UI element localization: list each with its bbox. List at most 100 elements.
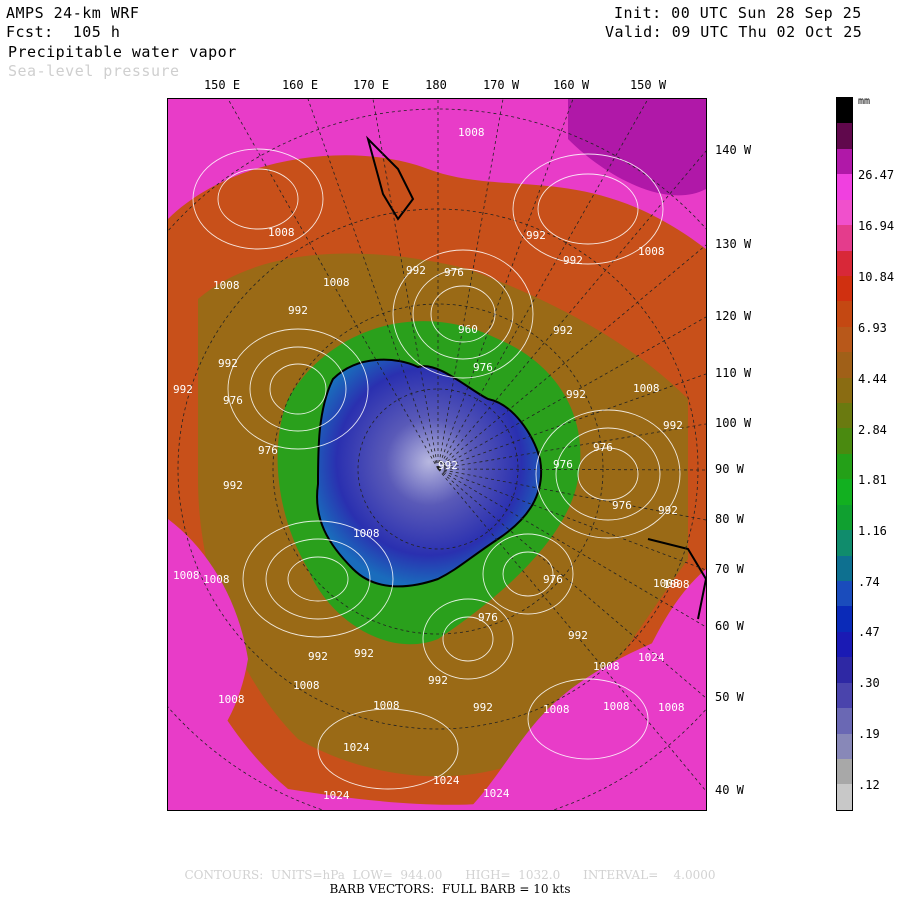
colorbar-tick-label: 26.47 [858, 168, 895, 182]
colorbar-tick-label: 1.81 [858, 473, 887, 487]
pressure-label: 992 [553, 324, 573, 337]
colorbar-segment [837, 606, 852, 632]
colorbar-tick-label: 4.44 [858, 372, 887, 386]
lon-label-right: 40 W [715, 783, 744, 797]
colorbar-tick-label: .74 [858, 575, 880, 589]
colorbar-segment [837, 174, 852, 200]
pressure-label: 992 [563, 254, 583, 267]
colorbar-segment [837, 708, 852, 734]
pressure-label: 1008 [603, 700, 630, 713]
colorbar-tick-label: .12 [858, 778, 880, 792]
model-title: AMPS 24-km WRF [6, 4, 140, 22]
colorbar-tick-label: .30 [858, 676, 880, 690]
colorbar-segment [837, 453, 852, 480]
lon-label-right: 60 W [715, 619, 744, 633]
pressure-label: 1008 [593, 660, 620, 673]
lon-label-right: 50 W [715, 690, 744, 704]
colorbar-segment [837, 377, 852, 404]
colorbar-tick-label: 1.16 [858, 524, 887, 538]
lon-label-top: 150 W [629, 78, 667, 92]
colorbar-segment [837, 352, 852, 378]
pressure-label: 976 [478, 611, 498, 624]
pressure-label: 1024 [323, 789, 350, 802]
pressure-label: 960 [458, 323, 478, 336]
pressure-label: 976 [258, 444, 278, 457]
lon-label-right: 70 W [715, 562, 744, 576]
lon-label-top: 160 E [281, 78, 319, 92]
colorbar-tick-label: 16.94 [858, 219, 895, 233]
lon-label-right: 120 W [715, 309, 752, 323]
pressure-label: 1008 [213, 279, 240, 292]
lon-label-top: 170 E [352, 78, 390, 92]
pressure-label: 992 [288, 304, 308, 317]
colorbar-units: mm [858, 96, 871, 107]
pressure-label: 976 [553, 458, 573, 471]
pressure-label: 1008 [653, 577, 680, 590]
colorbar-tick-label: .19 [858, 727, 880, 741]
colorbar-segment [837, 403, 852, 429]
pressure-label: 1008 [638, 245, 665, 258]
pressure-label: 1024 [638, 651, 665, 664]
pressure-label: 976 [543, 573, 563, 586]
colorbar-segment [837, 123, 852, 149]
colorbar-tick-label: 2.84 [858, 423, 887, 437]
colorbar-segment [837, 758, 852, 785]
lon-label-top: 180 [425, 78, 447, 92]
pressure-label: 992 [663, 419, 683, 432]
field-secondary-label: Sea-level pressure [8, 62, 180, 80]
colorbar [836, 97, 853, 811]
lon-label-top: 160 W [552, 78, 590, 92]
colorbar-segment [837, 784, 852, 810]
pressure-label: 1008 [203, 573, 230, 586]
pressure-label: 992 [223, 479, 243, 492]
colorbar-segment [837, 581, 852, 607]
pressure-label: 1008 [373, 699, 400, 712]
pressure-label: 976 [223, 394, 243, 407]
colorbar-segment [837, 682, 852, 709]
lon-label-right: 80 W [715, 512, 744, 526]
pressure-label: 992 [354, 647, 374, 660]
pressure-label: 1008 [353, 527, 380, 540]
colorbar-segment [837, 657, 852, 683]
colorbar-segment [837, 428, 852, 454]
colorbar-segment [837, 148, 852, 175]
pressure-label: 1008 [268, 226, 295, 239]
colorbar-segment [837, 199, 852, 226]
lon-label-top: 170 W [482, 78, 520, 92]
pressure-label: 1008 [173, 569, 200, 582]
contour-info: CONTOURS: UNITS=hPa LOW= 944.00 HIGH= 10… [184, 868, 716, 882]
pressure-label: 992 [218, 357, 238, 370]
pressure-label: 1008 [293, 679, 320, 692]
field-primary-label: Precipitable water vapor [8, 43, 237, 61]
lon-label-top: 150 E [203, 78, 241, 92]
barb-info: BARB VECTORS: FULL BARB = 10 kts [329, 882, 571, 896]
pressure-label: 992 [568, 629, 588, 642]
pressure-label: 992 [406, 264, 426, 277]
map-panel: 1008 1008 992 992 976 960 1008 992 1008 … [167, 98, 707, 811]
init-time: Init: 00 UTC Sun 28 Sep 25 [614, 4, 862, 22]
colorbar-segment [837, 504, 852, 531]
colorbar-segment [837, 225, 852, 251]
pressure-label: 976 [473, 361, 493, 374]
pressure-label: 992 [526, 229, 546, 242]
pressure-label: 1008 [543, 703, 570, 716]
lon-label-right: 140 W [715, 143, 752, 157]
pressure-label: 1008 [658, 701, 685, 714]
colorbar-segment [837, 301, 852, 327]
lon-label-right: 110 W [715, 366, 752, 380]
colorbar-segment [837, 733, 852, 759]
colorbar-segment [837, 326, 852, 353]
pressure-label: 1024 [343, 741, 370, 754]
pressure-label: 992 [428, 674, 448, 687]
colorbar-tick-label: 10.84 [858, 270, 895, 284]
pressure-label: 992 [473, 701, 493, 714]
pressure-label: 976 [593, 441, 613, 454]
forecast-hour: Fcst: 105 h [6, 23, 121, 41]
pressure-label: 976 [444, 266, 464, 279]
pressure-label: 976 [612, 499, 632, 512]
colorbar-segment [837, 479, 852, 505]
pressure-label: 1008 [458, 126, 485, 139]
pressure-label: 1008 [633, 382, 660, 395]
pressure-label: 992 [438, 459, 458, 472]
precipitable-water-map: 1008 1008 992 992 976 960 1008 992 1008 … [168, 99, 706, 810]
